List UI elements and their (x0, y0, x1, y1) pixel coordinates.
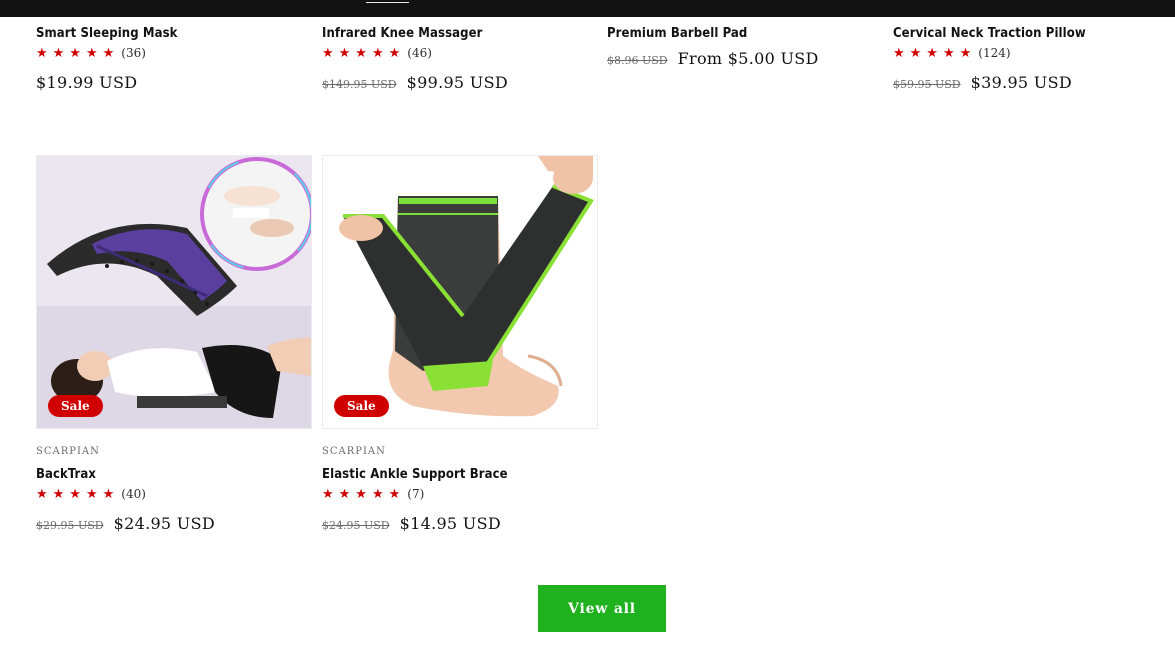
price-row: $24.95 USD $14.95 USD (322, 514, 598, 533)
review-count: (124) (978, 46, 1011, 60)
product-card-cervical-neck-traction-pillow[interactable]: Cervical Neck Traction Pillow ★★★★★ (124… (893, 26, 1169, 92)
regular-price: $24.95 USD (322, 519, 390, 532)
top-header-bar (0, 0, 1175, 17)
star-rating-icon: ★★★★★ (322, 45, 406, 61)
sale-price: $99.95 USD (406, 73, 508, 92)
product-title[interactable]: Smart Sleeping Mask (36, 26, 312, 41)
star-rating-icon: ★★★★★ (36, 45, 120, 61)
sale-price: $14.95 USD (399, 514, 501, 533)
product-image-backtrax[interactable]: Sale (36, 155, 312, 429)
ankle-brace-image (323, 156, 597, 428)
sale-badge: Sale (334, 395, 389, 417)
product-card-elastic-ankle-support-brace[interactable]: SCARPIAN Elastic Ankle Support Brace ★★★… (322, 446, 598, 533)
sale-price: $39.95 USD (970, 73, 1072, 92)
product-title[interactable]: Elastic Ankle Support Brace (322, 467, 598, 482)
product-rating: ★★★★★ (124) (893, 45, 1169, 61)
sale-price: $24.95 USD (113, 514, 215, 533)
back-stretcher-image (37, 156, 311, 428)
sale-badge: Sale (48, 395, 103, 417)
regular-price: $149.95 USD (322, 78, 397, 91)
product-title[interactable]: Infrared Knee Massager (322, 26, 598, 41)
review-count: (7) (407, 487, 425, 501)
product-image-ankle-brace[interactable]: Sale (322, 155, 598, 429)
price-row: $8.96 USD From $5.00 USD (607, 49, 883, 68)
product-card-premium-barbell-pad[interactable]: Premium Barbell Pad $8.96 USD From $5.00… (607, 26, 883, 68)
price-row: $59.95 USD $39.95 USD (893, 73, 1169, 92)
regular-price: $29.95 USD (36, 519, 104, 532)
sale-price: From $5.00 USD (677, 49, 819, 68)
price-row: $19.99 USD (36, 73, 312, 92)
product-title[interactable]: Premium Barbell Pad (607, 26, 883, 41)
review-count: (36) (121, 46, 146, 60)
regular-price: $59.95 USD (893, 78, 961, 91)
review-count: (46) (407, 46, 432, 60)
price-row: $149.95 USD $99.95 USD (322, 73, 598, 92)
review-count: (40) (121, 487, 146, 501)
star-rating-icon: ★★★★★ (893, 45, 977, 61)
product-vendor: SCARPIAN (322, 446, 386, 457)
active-nav-underline (366, 2, 409, 3)
star-rating-icon: ★★★★★ (322, 486, 406, 502)
view-all-button[interactable]: View all (538, 585, 666, 632)
product-rating: ★★★★★ (40) (36, 486, 312, 502)
sale-price: $19.99 USD (36, 73, 138, 92)
product-card-infrared-knee-massager[interactable]: Infrared Knee Massager ★★★★★ (46) $149.9… (322, 26, 598, 92)
product-card-backtrax[interactable]: SCARPIAN BackTrax ★★★★★ (40) $29.95 USD … (36, 446, 312, 533)
product-title[interactable]: BackTrax (36, 467, 312, 482)
product-rating: ★★★★★ (7) (322, 486, 598, 502)
product-rating: ★★★★★ (46) (322, 45, 598, 61)
product-rating: ★★★★★ (36) (36, 45, 312, 61)
star-rating-icon: ★★★★★ (36, 486, 120, 502)
regular-price: $8.96 USD (607, 54, 668, 67)
price-row: $29.95 USD $24.95 USD (36, 514, 312, 533)
product-vendor: SCARPIAN (36, 446, 100, 457)
product-title[interactable]: Cervical Neck Traction Pillow (893, 26, 1169, 41)
product-card-smart-sleeping-mask[interactable]: Smart Sleeping Mask ★★★★★ (36) $19.99 US… (36, 26, 312, 92)
